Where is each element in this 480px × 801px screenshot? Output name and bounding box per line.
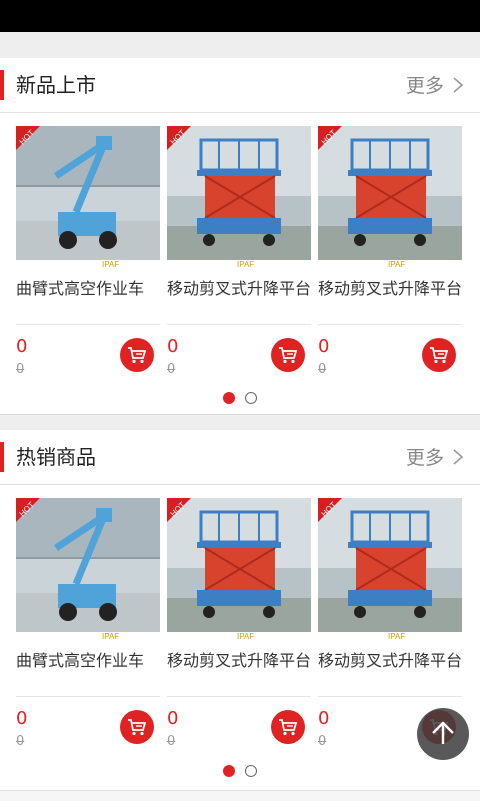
section-header: 新品上市 更多 <box>0 58 480 113</box>
product-old-price: 0 <box>16 734 25 749</box>
section-accent-bar <box>0 70 4 100</box>
back-to-top-button[interactable] <box>417 708 469 760</box>
cart-icon <box>128 719 147 736</box>
product-old-price: 0 <box>167 734 176 749</box>
svg-text:IPAF: IPAF <box>102 260 119 269</box>
product-name[interactable]: 曲臂式高空作业车 <box>16 278 160 299</box>
product-price: 0 <box>16 708 28 729</box>
product-image-boom-lift[interactable]: IPAF HOT <box>16 498 160 642</box>
product-card[interactable]: IPAF HOT 曲臂式高空作业车 0 0 <box>16 498 160 758</box>
product-price: 0 <box>167 708 179 729</box>
product-price: 0 <box>167 336 179 357</box>
product-old-price: 0 <box>318 362 327 377</box>
product-card[interactable]: IPAF HOT 移动剪叉式升降平台 0 0 <box>318 126 462 386</box>
pager-dot-active[interactable] <box>223 765 235 777</box>
pager-dot[interactable] <box>245 765 257 777</box>
more-link[interactable]: 更多 <box>406 72 464 100</box>
product-list: IPAF HOT 曲臂式高空作业车 0 0 IPAF HOT 移动剪叉式升降平台… <box>0 126 480 386</box>
divider <box>167 696 311 697</box>
add-to-cart-button[interactable] <box>271 338 305 372</box>
section-header: 热销商品 更多 <box>0 430 480 485</box>
product-card[interactable]: IPAF HOT 移动剪叉式升降平台 0 0 <box>167 126 311 386</box>
cart-icon <box>279 347 298 364</box>
hot-badge: HOT <box>318 126 342 150</box>
add-to-cart-button[interactable] <box>120 338 154 372</box>
hot-badge: HOT <box>167 498 191 522</box>
add-to-cart-button[interactable] <box>120 710 154 744</box>
pager-dot[interactable] <box>245 392 257 404</box>
divider <box>318 696 462 697</box>
product-price: 0 <box>16 336 28 357</box>
product-image-scissor-lift[interactable]: IPAF HOT <box>318 126 462 270</box>
product-list: IPAF HOT 曲臂式高空作业车 0 0 IPAF HOT 移动剪叉式升降平台… <box>0 498 480 758</box>
hot-badge: HOT <box>318 498 342 522</box>
hot-badge: HOT <box>16 126 40 150</box>
product-image-boom-lift[interactable]: IPAF HOT <box>16 126 160 270</box>
divider <box>16 324 160 325</box>
hot-badge: HOT <box>16 498 40 522</box>
section-hot-sales: 热销商品 更多 IPAF HOT 曲臂式高空作业车 0 0 IPAF HOT 移… <box>0 430 480 800</box>
product-image-scissor-lift[interactable]: IPAF HOT <box>318 498 462 642</box>
svg-text:IPAF: IPAF <box>388 260 405 269</box>
product-price: 0 <box>318 336 330 357</box>
svg-text:IPAF: IPAF <box>237 260 254 269</box>
more-link[interactable]: 更多 <box>406 444 464 472</box>
product-old-price: 0 <box>167 362 176 377</box>
product-name[interactable]: 移动剪叉式升降平台 <box>318 278 462 299</box>
product-name[interactable]: 移动剪叉式升降平台 <box>167 278 311 299</box>
section-spacer <box>0 414 480 431</box>
product-name[interactable]: 移动剪叉式升降平台 <box>318 650 462 671</box>
product-price: 0 <box>318 708 330 729</box>
pager-dots <box>0 762 480 781</box>
product-name[interactable]: 曲臂式高空作业车 <box>16 650 160 671</box>
divider <box>318 324 462 325</box>
pager-dots <box>0 389 480 408</box>
product-card[interactable]: IPAF HOT 曲臂式高空作业车 0 0 <box>16 126 160 386</box>
product-name[interactable]: 移动剪叉式升降平台 <box>167 650 311 671</box>
section-new-arrivals: 新品上市 更多 IPAF HOT 曲臂式高空作业车 0 0 IPAF HOT 移… <box>0 58 480 414</box>
divider <box>16 696 160 697</box>
section-title: 热销商品 <box>16 445 96 469</box>
cart-icon <box>279 719 298 736</box>
pager-dot-active[interactable] <box>223 392 235 404</box>
svg-text:IPAF: IPAF <box>388 632 405 641</box>
status-bar <box>0 0 480 32</box>
svg-text:IPAF: IPAF <box>237 632 254 641</box>
bottom-nav-bar[interactable] <box>0 790 480 801</box>
cart-icon <box>128 347 147 364</box>
chevron-right-icon <box>453 77 464 93</box>
product-card[interactable]: IPAF HOT 移动剪叉式升降平台 0 0 <box>167 498 311 758</box>
product-old-price: 0 <box>16 362 25 377</box>
section-title: 新品上市 <box>16 73 96 97</box>
product-image-scissor-lift[interactable]: IPAF HOT <box>167 498 311 642</box>
cart-icon <box>430 347 449 364</box>
product-image-scissor-lift[interactable]: IPAF HOT <box>167 126 311 270</box>
more-label: 更多 <box>405 447 444 469</box>
arrow-up-icon <box>432 721 454 744</box>
chevron-right-icon <box>453 449 464 465</box>
hot-badge: HOT <box>167 126 191 150</box>
add-to-cart-button[interactable] <box>422 338 456 372</box>
top-spacer <box>0 32 480 58</box>
add-to-cart-button[interactable] <box>271 710 305 744</box>
divider <box>167 324 311 325</box>
more-label: 更多 <box>405 75 444 97</box>
svg-text:IPAF: IPAF <box>102 632 119 641</box>
section-accent-bar <box>0 442 4 472</box>
product-old-price: 0 <box>318 734 327 749</box>
